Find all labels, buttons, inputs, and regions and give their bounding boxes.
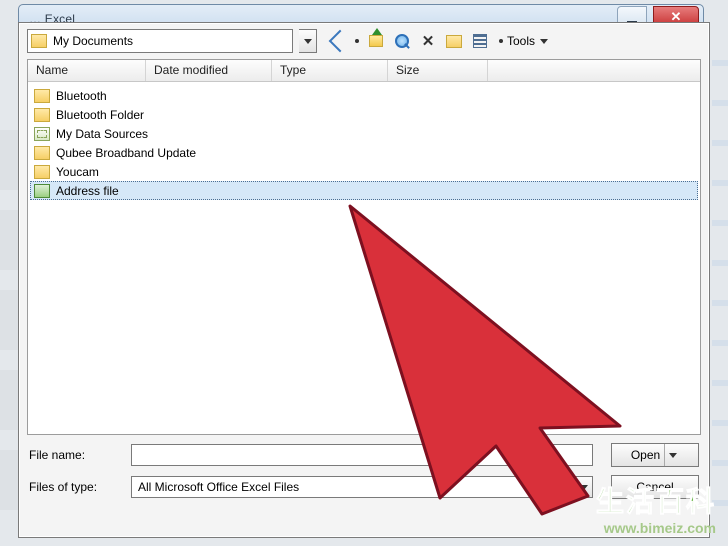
up-one-level-button[interactable] [365, 30, 387, 52]
location-label: My Documents [53, 34, 133, 48]
folder-icon [31, 34, 47, 48]
delete-button[interactable]: ✕ [417, 30, 439, 52]
file-name: My Data Sources [56, 127, 148, 141]
file-row[interactable]: Bluetooth Folder [30, 105, 698, 124]
new-folder-icon [446, 35, 462, 48]
location-dropdown[interactable]: My Documents [27, 29, 293, 53]
file-row[interactable]: Youcam [30, 162, 698, 181]
file-name-input[interactable] [131, 444, 593, 466]
tools-menu[interactable]: Tools [499, 34, 548, 48]
file-name-row: File name: Open [27, 443, 701, 467]
back-icon [329, 30, 352, 53]
views-icon [473, 34, 487, 48]
background-window-right [712, 60, 728, 540]
watermark: 生活百科 www.bimeiz.com [596, 480, 716, 536]
data-source-icon [34, 127, 50, 141]
file-list[interactable]: Name Date modified Type Size Bluetooth Bl… [27, 59, 701, 435]
watermark-url: www.bimeiz.com [596, 520, 716, 536]
file-type-dropdown-arrow[interactable] [575, 476, 593, 498]
chevron-down-icon [669, 453, 677, 458]
file-row[interactable]: Qubee Broadband Update [30, 143, 698, 162]
col-size[interactable]: Size [388, 60, 488, 81]
file-name: Bluetooth [56, 89, 107, 103]
col-name[interactable]: Name [28, 60, 146, 81]
column-headers[interactable]: Name Date modified Type Size [28, 60, 700, 82]
file-row[interactable]: Address file [30, 181, 698, 200]
chevron-down-icon [540, 39, 548, 44]
folder-icon [34, 146, 50, 160]
file-type-dropdown[interactable]: All Microsoft Office Excel Files [131, 476, 575, 498]
file-name-label: File name: [29, 448, 121, 462]
location-dropdown-arrow[interactable] [299, 29, 317, 53]
watermark-cn: 生活百科 [596, 480, 716, 520]
views-button[interactable] [469, 30, 491, 52]
chevron-down-icon [580, 485, 588, 490]
search-icon [395, 34, 409, 48]
file-row[interactable]: My Data Sources [30, 124, 698, 143]
background-window-left [0, 130, 18, 530]
folder-up-icon [369, 35, 383, 47]
col-date[interactable]: Date modified [146, 60, 272, 81]
file-name: Youcam [56, 165, 99, 179]
file-name: Address file [56, 184, 119, 198]
excel-file-icon [34, 184, 50, 198]
new-folder-button[interactable] [443, 30, 465, 52]
chevron-down-icon [304, 39, 312, 44]
dialog-toolbar: My Documents ✕ [27, 29, 701, 53]
file-row[interactable]: Bluetooth [30, 86, 698, 105]
folder-icon [34, 89, 50, 103]
folder-icon [34, 108, 50, 122]
open-button[interactable]: Open [611, 443, 699, 467]
separator-icon [355, 39, 359, 43]
tools-label: Tools [507, 34, 535, 48]
file-name: Bluetooth Folder [56, 108, 144, 122]
bullet-icon [499, 39, 503, 43]
file-type-label: Files of type: [29, 480, 121, 494]
back-button[interactable] [329, 30, 351, 52]
file-name: Qubee Broadband Update [56, 146, 196, 160]
search-button[interactable] [391, 30, 413, 52]
delete-icon: ✕ [422, 32, 435, 50]
open-file-dialog: My Documents ✕ [18, 22, 710, 538]
open-button-label: Open [631, 448, 660, 462]
col-type[interactable]: Type [272, 60, 388, 81]
folder-icon [34, 165, 50, 179]
